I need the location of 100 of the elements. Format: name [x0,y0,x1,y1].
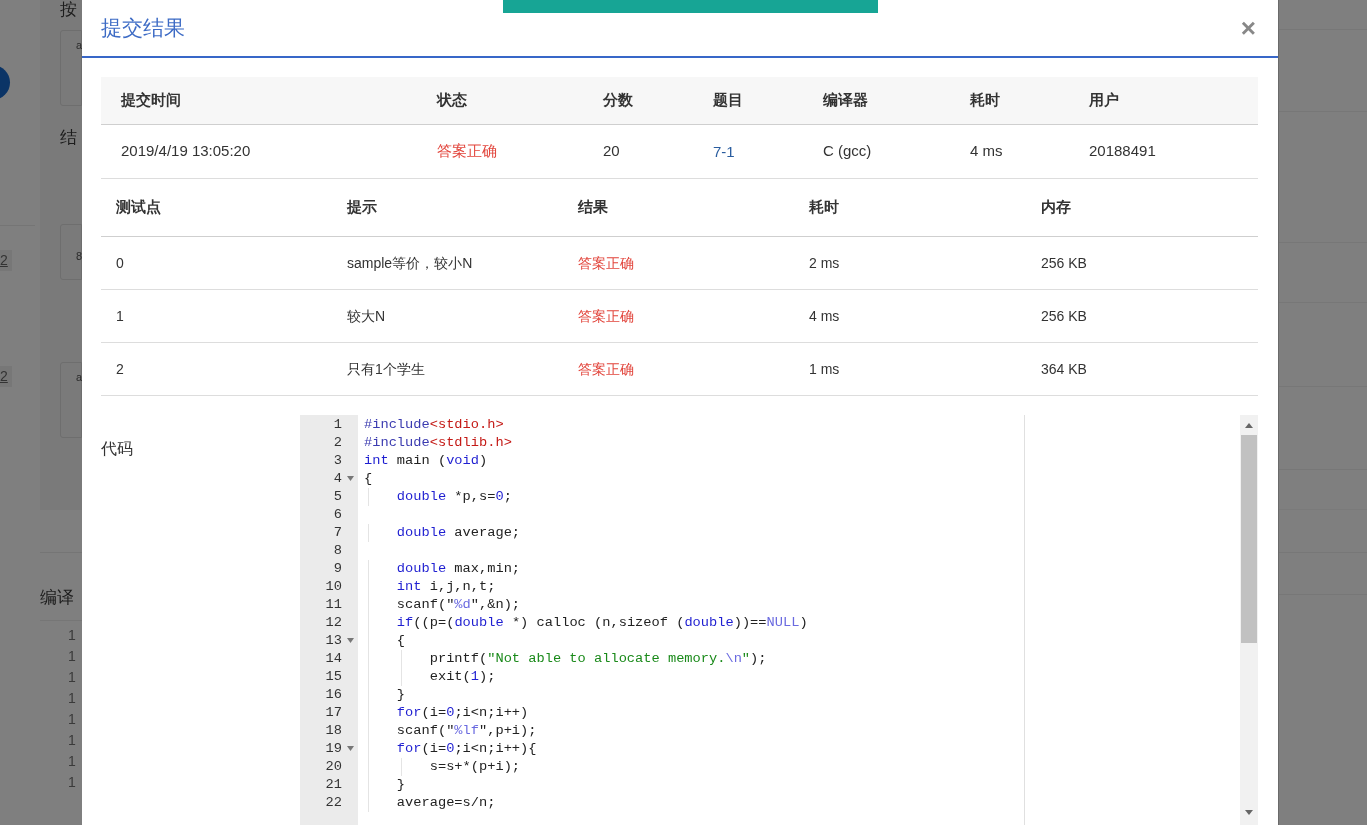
scrollbar[interactable] [1240,415,1258,825]
close-button[interactable]: × [1240,15,1256,41]
column-header: 用户 [1088,90,1120,111]
line-number: 7 [333,524,342,542]
code-label: 代码 [101,439,134,459]
status-text: 答案正确 [577,306,635,326]
table-cell-text: 256 KB [1040,253,1088,273]
table-cell-text: 2019/4/19 13:05:20 [120,141,252,162]
line-number: 14 [325,650,342,668]
scrollbar-thumb[interactable] [1241,435,1257,643]
column-header: 测试点 [115,197,162,218]
code-line: double average; [395,525,521,540]
line-number: 21 [325,776,342,794]
code-line: printf("Not able to allocate memory.\n"); [428,651,767,666]
table-cell-text: 4 ms [969,141,1004,162]
code-line: scanf("%lf",p+i); [395,723,537,738]
status-text: 答案正确 [436,141,498,162]
column-header: 耗时 [808,197,840,218]
line-number: 1 [68,710,77,729]
section-heading: 结 [60,128,78,148]
line-number: 1 [68,626,77,645]
column-header: 内存 [1040,197,1072,218]
code-line: s=s+*(p+i); [428,759,521,774]
table-cell-text: sample等价，较小N [346,253,474,273]
code-line: #include<stdio.h> [364,417,504,432]
table-cell-text: C (gcc) [822,141,873,162]
code-line: int i,j,n,t; [395,579,496,594]
fold-caret-icon[interactable] [347,638,354,643]
line-number: 10 [325,578,342,596]
column-header: 编译器 [822,90,869,111]
line-number: 3 [333,452,342,470]
code-line: exit(1); [428,669,496,684]
code-line: #include<stdlib.h> [364,435,512,450]
code-line: int main (void) [364,453,488,468]
sample-text: 8 [76,249,81,264]
line-number: 15 [325,668,342,686]
table-cell-text: 2 [115,359,125,379]
status-text: 答案正确 [577,359,635,379]
problem-link[interactable]: 7-1 [713,142,735,160]
line-number: 6 [333,506,342,524]
line-number: 20 [325,758,342,776]
table-cell-text: 20 [602,141,621,162]
column-header: 提交时间 [120,90,182,111]
code-line: } [395,687,406,702]
column-header: 耗时 [969,90,1001,111]
status-text: 答案正确 [577,253,635,273]
line-number: 22 [325,794,342,812]
scroll-down-icon[interactable] [1245,810,1253,815]
line-number: 4 [333,470,342,488]
code-line: average=s/n; [395,795,496,810]
table-cell-text: 364 KB [1040,359,1088,379]
table-cell-text: 较大N [346,306,387,326]
section-title: 编译 [40,587,75,609]
line-number: 5 [333,488,342,506]
column-header: 题目 [712,90,744,111]
table-cell-text: 1 ms [808,359,841,379]
side-label: 2 [0,250,12,271]
column-header: 状态 [435,90,468,111]
table-cell-text: 4 ms [808,306,841,326]
table-cell-text: 256 KB [1040,306,1088,326]
dialog-title: 提交结果 [101,15,185,42]
line-number: 1 [68,773,77,792]
line-number: 12 [325,614,342,632]
column-header: 提示 [346,197,378,218]
line-number: 11 [325,596,342,614]
code-line: } [395,777,406,792]
line-number: 1 [68,731,77,750]
line-number: 19 [325,740,342,758]
code-line: { [364,471,373,486]
section-heading: 按 [60,0,78,20]
code-line: if((p=(double *) calloc (n,sizeof (double))==NULL) [395,615,808,630]
table-cell-text: 只有1个学生 [346,359,426,379]
line-number: 1 [333,416,342,434]
sample-text: a [76,370,81,385]
column-header: 结果 [577,197,609,218]
line-number: 1 [68,668,77,687]
code-line: { [395,633,406,648]
table-cell-text: 2 ms [808,253,841,273]
fold-caret-icon[interactable] [347,746,354,751]
code-line: scanf("%d",&n); [395,597,521,612]
code-line: for(i=0;i<n;i++) [395,705,529,720]
table-cell-text: 0 [115,253,125,273]
line-number: 13 [325,632,342,650]
code-line: double *p,s=0; [395,489,512,504]
code-line: double max,min; [395,561,521,576]
scroll-up-icon[interactable] [1245,423,1253,428]
fold-caret-icon[interactable] [347,476,354,481]
code-line: for(i=0;i<n;i++){ [395,741,537,756]
line-number: 18 [325,722,342,740]
line-number: 9 [333,560,342,578]
line-number: 2 [333,434,342,452]
line-number: 1 [68,752,77,771]
line-number: 1 [68,647,77,666]
line-number: 8 [333,542,342,560]
line-number: 16 [325,686,342,704]
table-cell-text: 20188491 [1088,141,1157,162]
line-number: 1 [68,689,77,708]
column-header: 分数 [602,90,634,111]
side-label: 2 [0,366,12,387]
sample-text: a [76,38,81,53]
